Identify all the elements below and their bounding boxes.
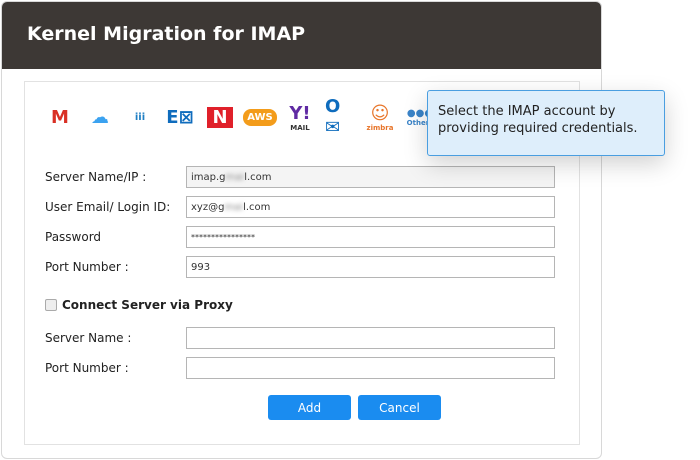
lotus-icon[interactable]: iii	[125, 102, 155, 132]
aws-icon[interactable]: AWS	[243, 102, 277, 132]
port-input[interactable]: 993	[186, 256, 555, 278]
app-window: Kernel Migration for IMAP M ☁ iii E⊠ N AWS Y! M…	[1, 1, 602, 459]
outlook-icon[interactable]: O✉	[325, 96, 355, 138]
proxy-checkbox[interactable]: Connect Server via Proxy	[45, 298, 233, 312]
server-label: Server Name/IP :	[45, 170, 147, 184]
proxy-port-label: Port Number :	[45, 361, 129, 375]
proxy-label: Connect Server via Proxy	[62, 298, 233, 312]
add-button[interactable]: Add	[268, 395, 351, 420]
cancel-button[interactable]: Cancel	[358, 395, 441, 420]
password-input[interactable]: ****************	[186, 226, 555, 248]
gmail-icon[interactable]: M	[45, 102, 75, 132]
password-row: Password ****************	[45, 226, 555, 248]
server-row: Server Name/IP : imap.g mai l.com	[45, 166, 555, 188]
netmail-icon[interactable]: N	[205, 102, 235, 132]
proxy-server-row: Server Name :	[45, 327, 555, 349]
email-input[interactable]: xyz@g mai l.com	[186, 196, 555, 218]
zimbra-icon[interactable]: ☺ zimbra	[365, 102, 395, 132]
port-row: Port Number : 993	[45, 256, 555, 278]
app-title: Kernel Migration for IMAP	[27, 23, 306, 45]
provider-icons: M ☁ iii E⊠ N AWS Y! MAIL O✉ ☺ zimbra ●●● Others	[45, 96, 435, 138]
title-bar: Kernel Migration for IMAP	[2, 2, 601, 69]
checkbox-box[interactable]	[45, 299, 57, 311]
exchange-icon[interactable]: E⊠	[165, 102, 195, 132]
password-label: Password	[45, 230, 102, 244]
proxy-server-input[interactable]	[186, 327, 555, 349]
proxy-port-input[interactable]	[186, 357, 555, 379]
email-row: User Email/ Login ID: xyz@g mai l.com	[45, 196, 555, 218]
tooltip: Select the IMAP account by providing req…	[427, 90, 665, 156]
port-label: Port Number :	[45, 260, 129, 274]
yahoo-icon[interactable]: Y! MAIL	[285, 102, 315, 132]
server-input[interactable]: imap.g mai l.com	[186, 166, 555, 188]
icloud-icon[interactable]: ☁	[85, 102, 115, 132]
proxy-server-label: Server Name :	[45, 331, 132, 345]
email-label: User Email/ Login ID:	[45, 200, 171, 214]
proxy-port-row: Port Number :	[45, 357, 555, 379]
